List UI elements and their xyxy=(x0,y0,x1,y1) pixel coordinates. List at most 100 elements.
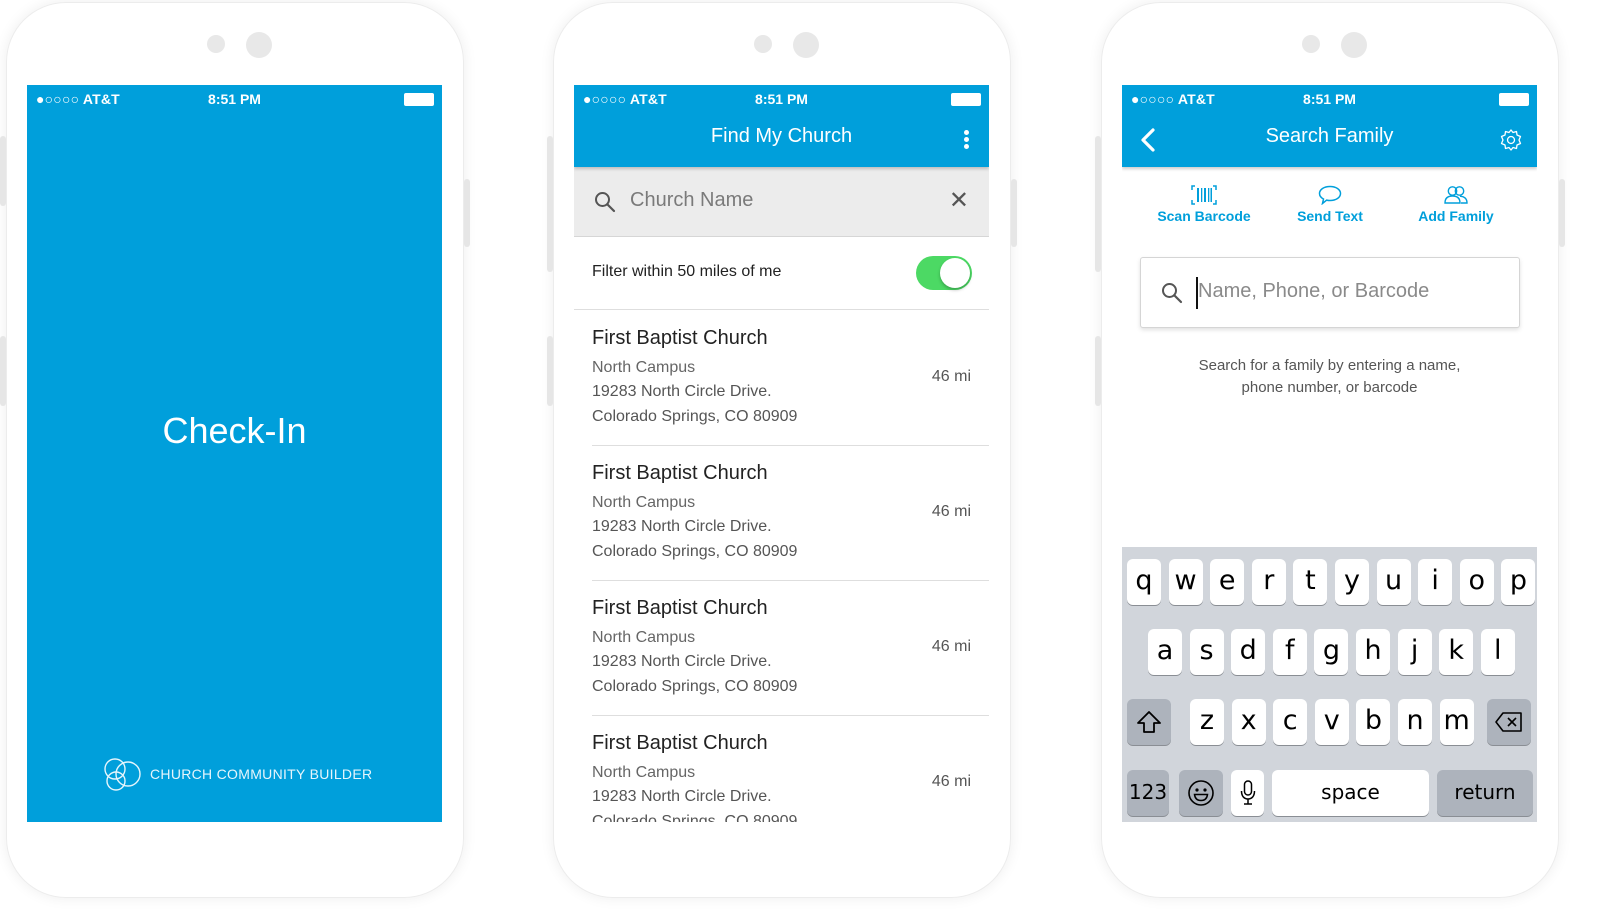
church-address-line1: 19283 North Circle Drive. xyxy=(592,788,772,805)
backspace-icon xyxy=(1495,712,1522,732)
space-key[interactable]: space xyxy=(1272,770,1429,816)
send-text-button[interactable]: Send Text xyxy=(1265,185,1395,224)
status-bar: ●○○○○ AT&T 8:51 PM xyxy=(27,85,442,113)
screen: ●○○○○ AT&T 8:51 PM Search Family Scan Ba… xyxy=(1122,85,1537,822)
church-name: First Baptist Church xyxy=(592,327,768,349)
hint-line-2: phone number, or barcode xyxy=(1241,379,1418,396)
side-button xyxy=(0,336,6,406)
battery-icon xyxy=(951,93,981,106)
church-distance: 46 mi xyxy=(931,503,971,520)
time-label: 8:51 PM xyxy=(208,91,261,107)
church-campus: North Campus xyxy=(592,764,696,781)
key-s[interactable]: s xyxy=(1189,629,1224,675)
scan-barcode-button[interactable]: Scan Barcode xyxy=(1139,185,1269,224)
dictation-key[interactable] xyxy=(1231,770,1264,816)
family-search-field[interactable]: Name, Phone, or Barcode xyxy=(1140,257,1520,328)
key-n[interactable]: n xyxy=(1398,699,1432,745)
gear-icon[interactable] xyxy=(1499,128,1523,152)
send-text-label: Send Text xyxy=(1297,208,1363,224)
camera-lens xyxy=(1341,32,1367,58)
church-list-item[interactable]: First Baptist Church North Campus 19283 No… xyxy=(592,581,989,716)
clear-search-icon[interactable]: ✕ xyxy=(949,189,969,213)
key-m[interactable]: m xyxy=(1439,699,1474,745)
status-bar: ●○○○○ AT&T 8:51 PM xyxy=(574,85,989,113)
church-distance: 46 mi xyxy=(931,368,971,385)
key-g[interactable]: g xyxy=(1314,629,1349,675)
phone-find-church: ●○○○○ AT&T 8:51 PM Find My Church Church… xyxy=(547,2,1017,898)
family-search-input[interactable]: Name, Phone, or Barcode xyxy=(1198,280,1429,303)
numbers-key[interactable]: 123 xyxy=(1127,770,1169,816)
speech-bubble-icon xyxy=(1318,185,1342,205)
battery-icon xyxy=(1499,93,1529,106)
key-b[interactable]: b xyxy=(1356,699,1391,745)
key-o[interactable]: o xyxy=(1459,559,1494,605)
power-button xyxy=(464,179,470,247)
add-family-label: Add Family xyxy=(1418,208,1494,224)
key-d[interactable]: d xyxy=(1231,629,1266,675)
power-button xyxy=(1559,179,1565,247)
church-list-item[interactable]: First Baptist Church North Campus 19283 No… xyxy=(592,311,989,446)
hint-line-1: Search for a family by entering a name, xyxy=(1198,357,1461,374)
church-address-line2: Colorado Springs, CO 80909 xyxy=(592,543,798,560)
church-address-line2: Colorado Springs, CO 80909 xyxy=(592,813,798,822)
key-w[interactable]: w xyxy=(1168,559,1203,605)
keyboard: 123 space return qwertyuiop asdfghjkl zxcv… xyxy=(1122,547,1537,822)
church-address-line2: Colorado Springs, CO 80909 xyxy=(592,408,798,425)
time-label: 8:51 PM xyxy=(1303,91,1356,107)
key-h[interactable]: h xyxy=(1356,629,1390,675)
camera-dot xyxy=(207,35,225,53)
power-button xyxy=(1011,179,1017,247)
nav-bar: ●○○○○ AT&T 8:51 PM Search Family xyxy=(1122,85,1537,167)
key-l[interactable]: l xyxy=(1480,629,1515,675)
filter-row: Filter within 50 miles of me xyxy=(574,237,989,310)
key-c[interactable]: c xyxy=(1273,699,1308,745)
church-search-input[interactable]: Church Name xyxy=(630,189,753,212)
more-options-icon[interactable] xyxy=(963,130,969,150)
shift-key[interactable] xyxy=(1127,699,1171,745)
key-v[interactable]: v xyxy=(1314,699,1349,745)
people-icon xyxy=(1444,186,1468,204)
church-name: First Baptist Church xyxy=(592,597,768,619)
church-list-item[interactable]: First Baptist Church North Campus 19283 No… xyxy=(592,716,989,822)
phone-search-family: ●○○○○ AT&T 8:51 PM Search Family Scan Ba… xyxy=(1095,2,1565,898)
key-a[interactable]: a xyxy=(1148,629,1182,675)
camera-lens xyxy=(246,32,272,58)
key-e[interactable]: e xyxy=(1210,559,1245,605)
key-p[interactable]: p xyxy=(1501,559,1536,605)
key-x[interactable]: x xyxy=(1231,699,1266,745)
church-search-bar[interactable]: Church Name ✕ xyxy=(574,167,989,237)
microphone-icon xyxy=(1240,780,1255,805)
search-icon xyxy=(595,192,616,213)
emoji-icon xyxy=(1188,780,1214,806)
key-q[interactable]: q xyxy=(1127,559,1161,605)
key-y[interactable]: y xyxy=(1335,559,1369,605)
key-t[interactable]: t xyxy=(1293,559,1328,605)
delete-key[interactable] xyxy=(1487,699,1531,745)
key-j[interactable]: j xyxy=(1397,629,1432,675)
emoji-key[interactable] xyxy=(1179,770,1223,816)
church-distance: 46 mi xyxy=(931,638,971,655)
add-family-button[interactable]: Add Family xyxy=(1391,185,1521,224)
camera-dot xyxy=(754,35,772,53)
church-campus: North Campus xyxy=(592,359,696,376)
key-r[interactable]: r xyxy=(1251,559,1286,605)
key-i[interactable]: i xyxy=(1418,559,1453,605)
church-list: First Baptist Church North Campus 19283 No… xyxy=(574,311,989,822)
barcode-icon xyxy=(1191,185,1217,205)
key-z[interactable]: z xyxy=(1190,699,1224,745)
filter-toggle[interactable] xyxy=(916,256,972,290)
side-button xyxy=(1095,336,1101,406)
search-icon xyxy=(1162,283,1183,304)
church-campus: North Campus xyxy=(592,494,696,511)
nav-bar: ●○○○○ AT&T 8:51 PM Find My Church xyxy=(574,85,989,167)
screen: ●○○○○ AT&T 8:51 PM Check-In CHURCH COMMU… xyxy=(27,85,442,822)
key-u[interactable]: u xyxy=(1376,559,1411,605)
return-key[interactable]: return xyxy=(1437,770,1533,816)
side-button xyxy=(547,136,553,272)
brand-logo: CHURCH COMMUNITY BUILDER xyxy=(102,757,372,791)
key-k[interactable]: k xyxy=(1439,629,1474,675)
side-button xyxy=(547,336,553,406)
church-list-item[interactable]: First Baptist Church North Campus 19283 No… xyxy=(592,446,989,581)
key-f[interactable]: f xyxy=(1272,629,1307,675)
camera-lens xyxy=(793,32,819,58)
